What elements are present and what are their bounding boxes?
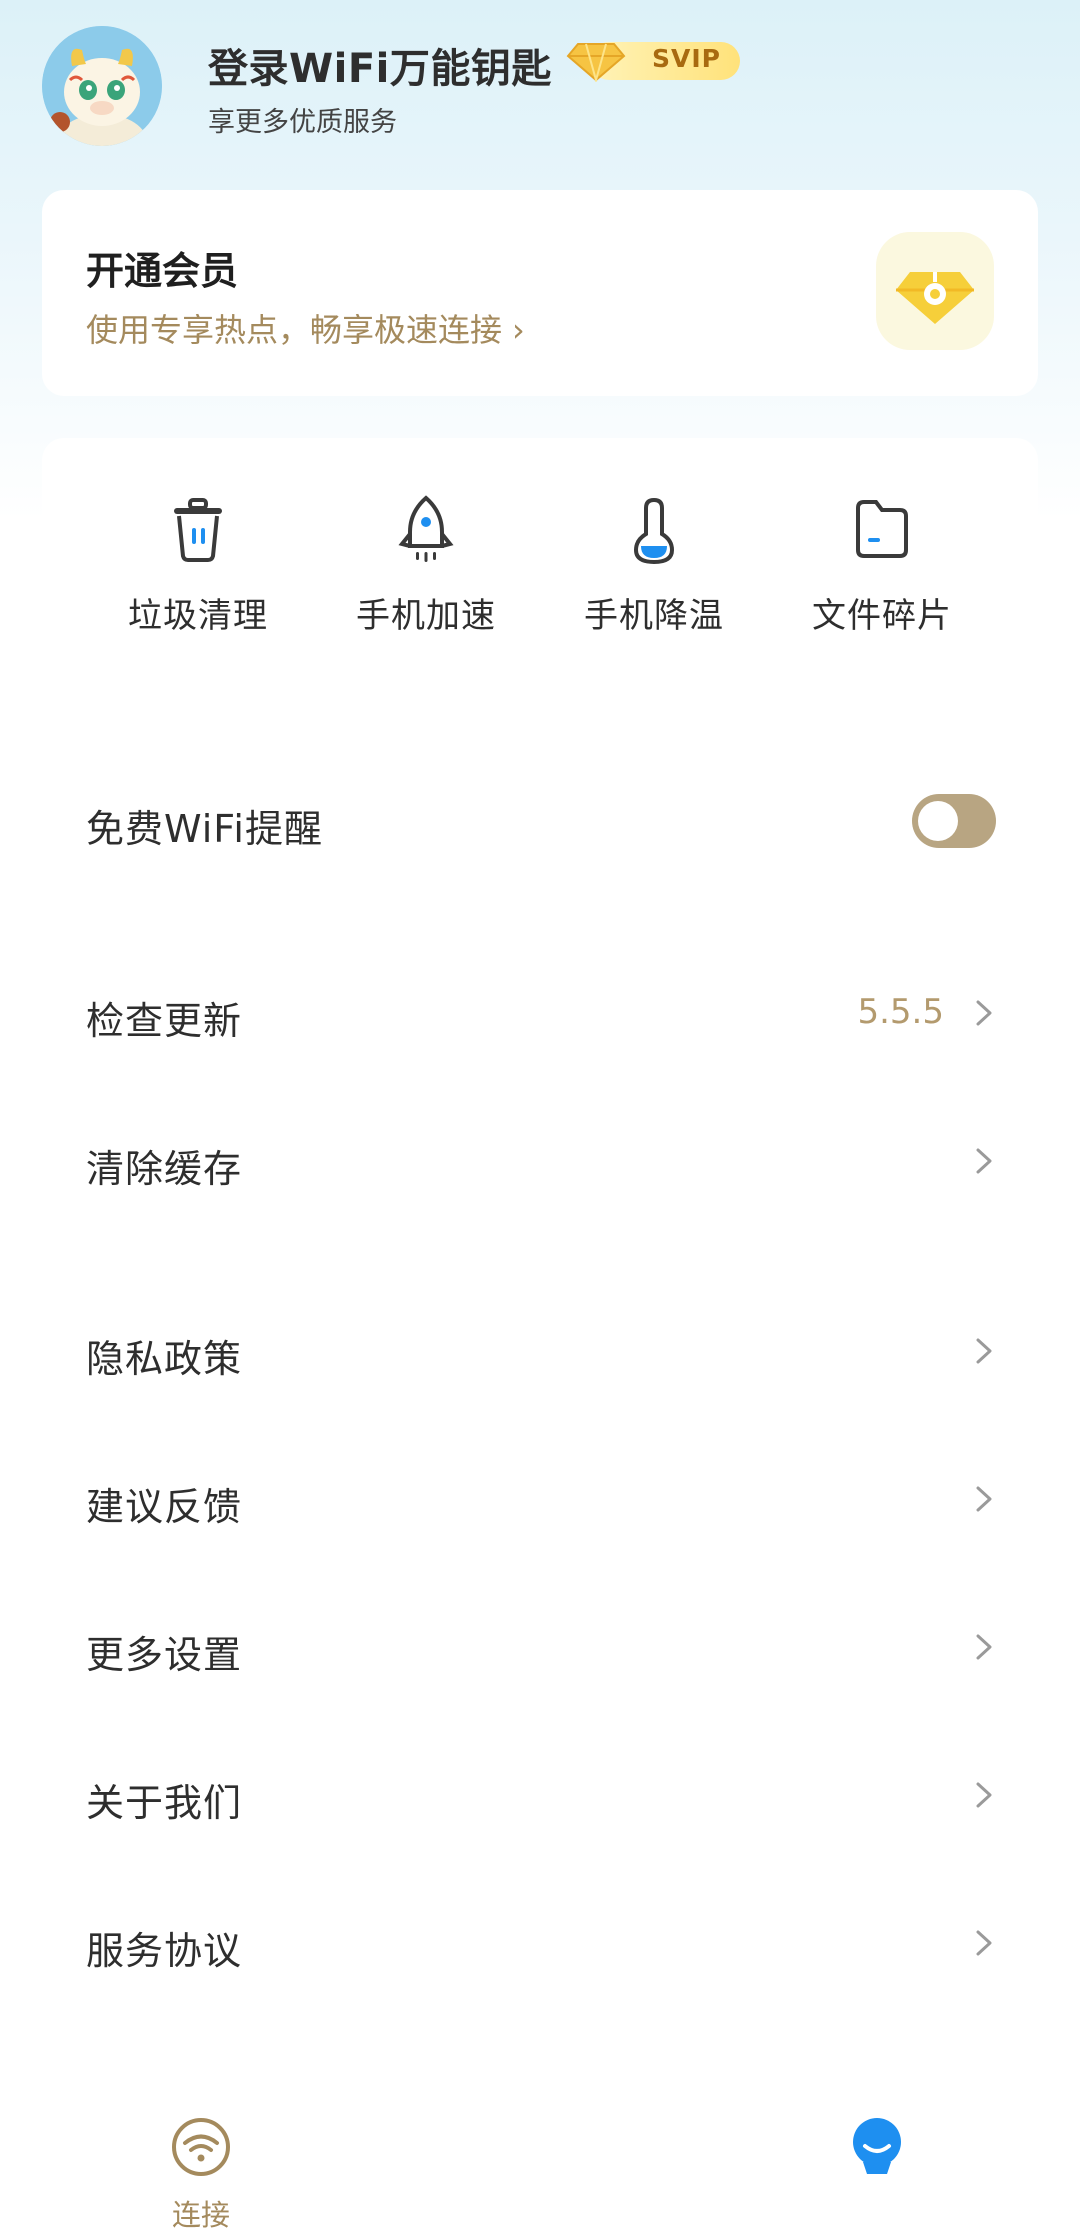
chevron-right-icon xyxy=(976,1634,992,1660)
thermometer-icon xyxy=(633,497,675,565)
tool-label: 文件碎片 xyxy=(812,596,952,636)
tool-phone-boost[interactable]: 手机加速 xyxy=(312,494,540,654)
check-update-label: 检查更新 xyxy=(86,999,243,1043)
chevron-right-icon xyxy=(976,1486,992,1512)
feedback-label: 建议反馈 xyxy=(86,1485,243,1529)
svip-label: SVIP xyxy=(652,44,721,73)
free-wifi-reminder-label: 免费WiFi提醒 xyxy=(86,807,323,851)
chevron-right-icon xyxy=(976,1782,992,1808)
about-us-label: 关于我们 xyxy=(86,1781,243,1825)
clear-cache-label: 清除缓存 xyxy=(86,1147,243,1191)
trash-icon xyxy=(174,498,222,562)
chevron-right-icon: › xyxy=(512,311,525,349)
login-title[interactable]: 登录WiFi万能钥匙 xyxy=(208,36,552,94)
tool-label: 手机加速 xyxy=(356,596,496,636)
diamond-icon xyxy=(876,232,994,350)
clear-cache-row[interactable]: 清除缓存 xyxy=(0,1110,1080,1210)
about-us-row[interactable]: 关于我们 xyxy=(0,1744,1080,1844)
membership-subtitle-text: 使用专享热点，畅享极速连接 xyxy=(86,311,503,349)
bottom-nav: 连接 xyxy=(0,2100,1080,2234)
service-agreement-label: 服务协议 xyxy=(86,1929,243,1973)
membership-card[interactable]: 开通会员 使用专享热点，畅享极速连接 › xyxy=(42,190,1038,396)
tool-junk-clean[interactable]: 垃圾清理 xyxy=(84,494,312,654)
login-subtitle: 享更多优质服务 xyxy=(208,107,397,138)
tool-label: 垃圾清理 xyxy=(128,596,268,636)
chevron-right-icon xyxy=(976,1930,992,1956)
service-agreement-row[interactable]: 服务协议 xyxy=(0,1892,1080,1992)
nav-profile[interactable] xyxy=(797,2100,957,2234)
chevron-right-icon xyxy=(976,1148,992,1174)
chevron-right-icon xyxy=(976,1000,992,1026)
rocket-icon xyxy=(398,495,454,562)
chevron-right-icon xyxy=(976,1338,992,1364)
membership-subtitle[interactable]: 使用专享热点，畅享极速连接 › xyxy=(86,305,525,351)
feedback-row[interactable]: 建议反馈 xyxy=(0,1448,1080,1548)
svip-badge: SVIP xyxy=(564,38,744,82)
version-value: 5.5.5 xyxy=(857,992,944,1032)
privacy-policy-row[interactable]: 隐私政策 xyxy=(0,1300,1080,1400)
more-settings-label: 更多设置 xyxy=(86,1633,243,1677)
nav-connect-label: 连接 xyxy=(171,2198,230,2232)
free-wifi-reminder-toggle[interactable] xyxy=(912,794,996,848)
wifi-icon xyxy=(172,2118,230,2176)
privacy-policy-label: 隐私政策 xyxy=(86,1337,243,1381)
user-header[interactable]: 登录WiFi万能钥匙 SVIP 享更多优质服务 xyxy=(42,26,1042,150)
avatar[interactable] xyxy=(42,26,162,146)
profile-icon xyxy=(853,2118,901,2174)
check-update-row[interactable]: 检查更新 5.5.5 xyxy=(0,962,1080,1062)
tools-card: 垃圾清理 手机加速 手机降温 文件碎片 xyxy=(42,438,1038,668)
free-wifi-reminder-row: 免费WiFi提醒 xyxy=(0,770,1080,870)
membership-title: 开通会员 xyxy=(86,249,239,293)
more-settings-row[interactable]: 更多设置 xyxy=(0,1596,1080,1696)
diamond-icon xyxy=(566,43,626,82)
tool-file-fragments[interactable]: 文件碎片 xyxy=(768,494,996,654)
tool-label: 手机降温 xyxy=(584,596,724,636)
tool-phone-cool[interactable]: 手机降温 xyxy=(540,494,768,654)
folder-icon xyxy=(856,500,908,558)
nav-connect[interactable]: 连接 xyxy=(121,2100,281,2234)
toggle-knob xyxy=(918,801,958,841)
